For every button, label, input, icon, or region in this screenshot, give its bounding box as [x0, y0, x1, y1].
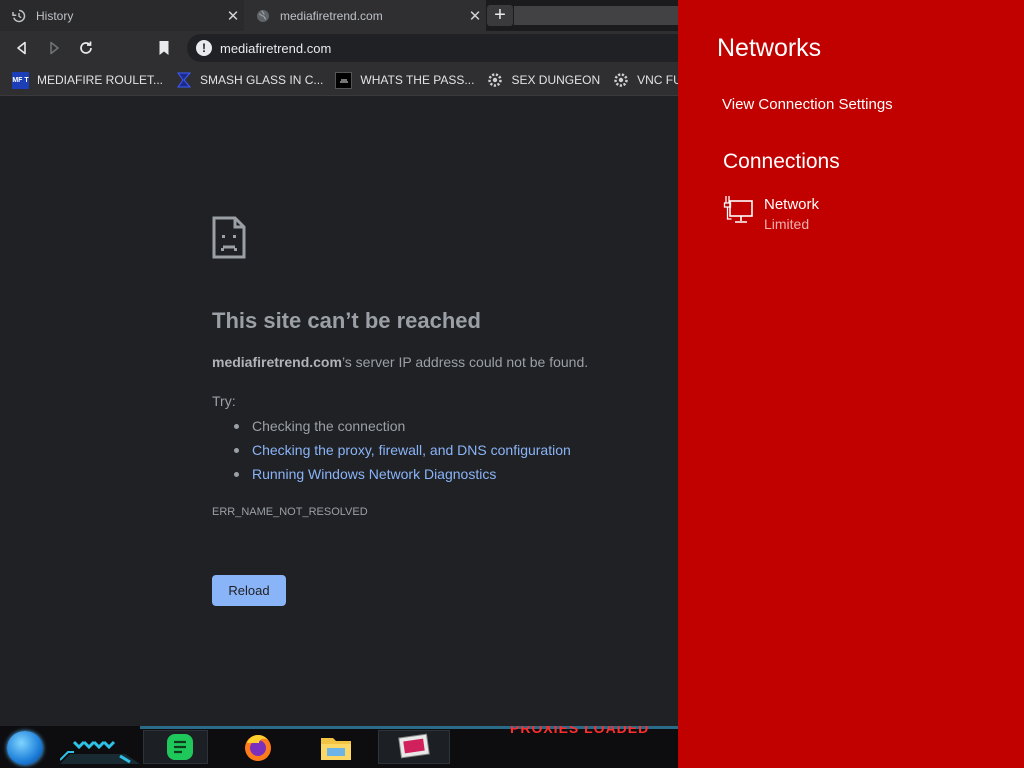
- bookmark-whats-the-pass[interactable]: WHATS THE PASS...: [335, 71, 475, 89]
- error-code: ERR_NAME_NOT_RESOLVED: [212, 506, 368, 518]
- reload-page-button[interactable]: Reload: [212, 575, 286, 606]
- url-text: mediafiretrend.com: [220, 40, 332, 56]
- gear-icon: [486, 72, 503, 89]
- error-title: This site can’t be reached: [212, 308, 481, 333]
- error-description-text: ’s server IP address could not be found.: [341, 354, 589, 370]
- bookmark-label: SMASH GLASS IN C...: [200, 73, 324, 87]
- forward-button[interactable]: [44, 38, 64, 58]
- reload-button[interactable]: [76, 38, 96, 58]
- new-tab-button[interactable]: +: [487, 4, 513, 26]
- bookmark-sex-dungeon[interactable]: SEX DUNGEON: [486, 72, 600, 89]
- back-arrow-icon: [17, 41, 26, 55]
- suggestion-network-diagnostics-link[interactable]: Running Windows Network Diagnostics: [212, 462, 571, 486]
- bookmarks-bar: MF T MEDIAFIRE ROULET... SMASH GLASS IN …: [0, 65, 678, 96]
- networks-flyout: Networks View Connection Settings Connec…: [678, 0, 1024, 768]
- try-label: Try:: [212, 393, 236, 409]
- bookmark-icon: [159, 41, 169, 55]
- mft-icon: MF T: [12, 71, 29, 89]
- history-icon: [12, 9, 26, 23]
- error-domain: mediafiretrend.com: [212, 354, 342, 370]
- suggestion-check-proxy-link[interactable]: Checking the proxy, firewall, and DNS co…: [212, 438, 571, 462]
- taskbar: PROXIES LOADED: [0, 726, 678, 768]
- taskbar-decoration-icon: [60, 740, 140, 764]
- networks-title: Networks: [717, 34, 822, 62]
- connections-heading: Connections: [723, 150, 840, 173]
- firefox-icon[interactable]: [240, 730, 276, 764]
- media-app-icon[interactable]: [396, 730, 432, 764]
- tab-mediafiretrend[interactable]: mediafiretrend.com ✕: [244, 0, 486, 31]
- sigma-icon: [175, 72, 192, 89]
- dark-square-icon: [335, 71, 353, 89]
- bookmark-smash-glass[interactable]: SMASH GLASS IN C...: [175, 72, 323, 89]
- browser-toolbar: ! mediafiretrend.com: [0, 31, 678, 65]
- notes-app-icon[interactable]: [162, 730, 198, 764]
- bookmark-label: MEDIAFIRE ROULET...: [37, 73, 164, 87]
- globe-icon: [256, 9, 270, 23]
- wired-network-icon: [723, 195, 755, 232]
- suggestion-check-connection: Checking the connection: [212, 414, 571, 438]
- forward-arrow-icon: [50, 41, 59, 55]
- bookmark-label: WHATS THE PASS...: [360, 73, 475, 87]
- close-tab-icon[interactable]: ✕: [464, 7, 486, 25]
- tab-title: mediafiretrend.com: [280, 8, 383, 23]
- network-item[interactable]: Network Limited: [723, 194, 1003, 238]
- sad-document-icon: [212, 216, 246, 264]
- back-button[interactable]: [12, 38, 32, 58]
- gear-icon: [612, 72, 629, 89]
- reload-icon: [80, 41, 92, 54]
- network-status: Limited: [764, 216, 810, 232]
- file-explorer-icon[interactable]: [318, 730, 354, 764]
- start-button[interactable]: [7, 731, 43, 765]
- bookmark-label: SEX DUNGEON: [511, 73, 601, 87]
- network-name: Network: [764, 196, 820, 213]
- close-tab-icon[interactable]: ✕: [222, 7, 244, 25]
- tab-history[interactable]: History ✕: [0, 0, 244, 31]
- tab-title: History: [36, 8, 74, 23]
- error-description: mediafiretrend.com’s server IP address c…: [212, 354, 588, 370]
- bookmark-vnc-fun[interactable]: VNC FUN: [612, 72, 678, 89]
- browser-window: History ✕ mediafiretrend.com ✕ + ! media…: [0, 0, 678, 768]
- suggestion-list: Checking the connection Checking the pro…: [212, 414, 571, 486]
- tab-strip-fill: [514, 6, 678, 25]
- taskbar-ticker: PROXIES LOADED: [510, 726, 650, 736]
- view-connection-settings-link[interactable]: View Connection Settings: [722, 96, 893, 113]
- address-bar[interactable]: ! mediafiretrend.com: [187, 34, 678, 62]
- bookmark-button[interactable]: [154, 38, 174, 58]
- bookmark-mediafire-roulette[interactable]: MF T MEDIAFIRE ROULET...: [12, 71, 164, 89]
- tab-strip: History ✕ mediafiretrend.com ✕ +: [0, 0, 678, 31]
- bookmark-label: VNC FUN: [637, 73, 678, 87]
- info-icon[interactable]: !: [196, 40, 212, 56]
- error-page: This site can’t be reached mediafiretren…: [0, 96, 678, 726]
